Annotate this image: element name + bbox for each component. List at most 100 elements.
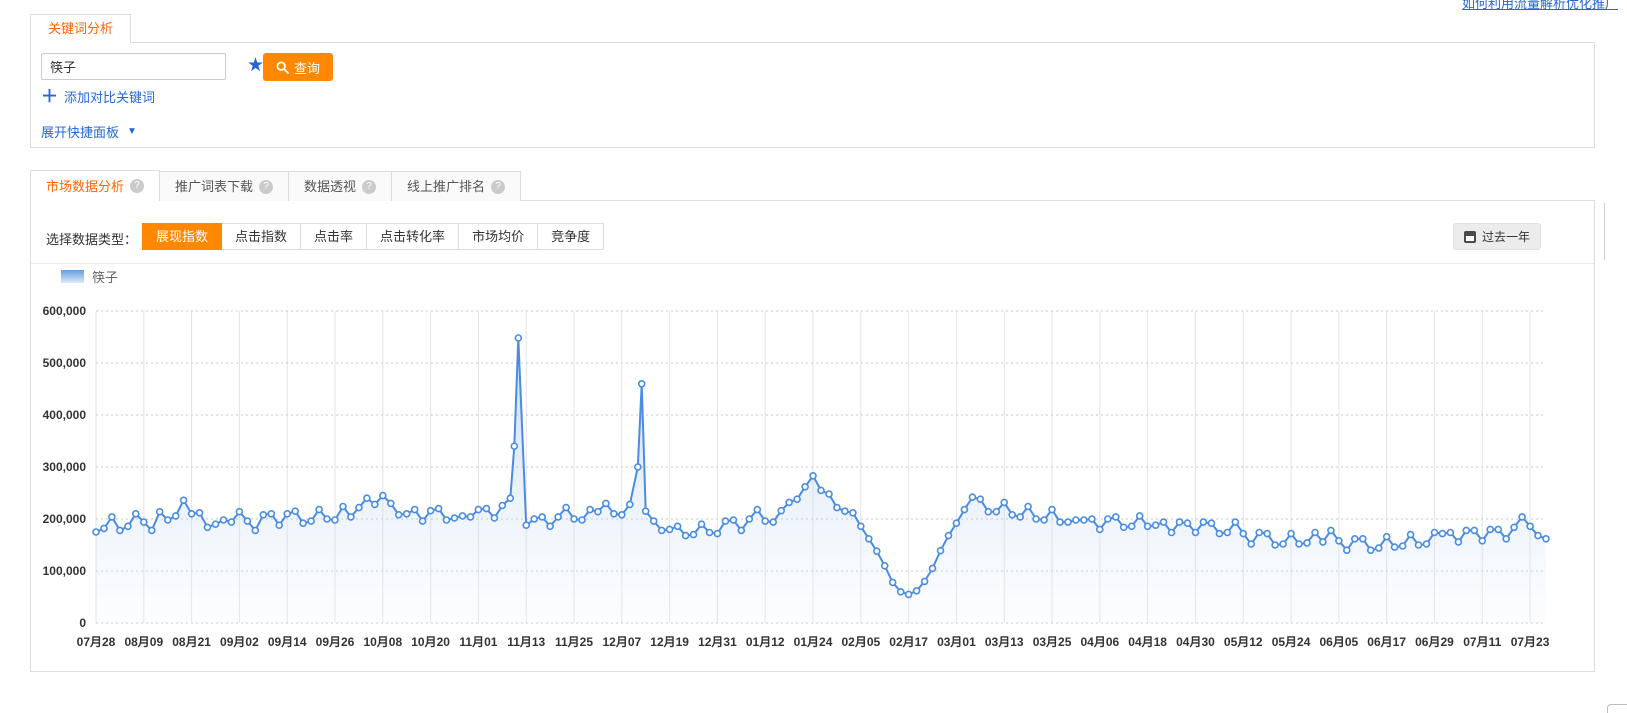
data-point-marker xyxy=(157,509,163,515)
help-icon[interactable]: ? xyxy=(130,179,144,193)
data-point-marker xyxy=(961,507,967,513)
data-point-marker xyxy=(1208,520,1214,526)
tab-市场数据分析[interactable]: 市场数据分析? xyxy=(30,170,160,201)
data-point-marker xyxy=(125,523,131,529)
query-button[interactable]: 查询 xyxy=(263,53,333,81)
data-point-marker xyxy=(268,511,274,517)
x-axis-labels: 07月2808月0908月2109月0209月1409月2610月0810月20… xyxy=(77,635,1550,649)
data-point-marker xyxy=(738,527,744,533)
x-tick-label: 04月06 xyxy=(1080,635,1119,649)
data-point-marker xyxy=(810,473,816,479)
expand-quick-panel-link[interactable]: 展开快捷面板 ▼ xyxy=(41,122,137,141)
data-point-marker xyxy=(1073,517,1079,523)
data-point-marker xyxy=(404,511,410,517)
data-point-marker xyxy=(1447,530,1453,536)
data-type-button-展现指数[interactable]: 展现指数 xyxy=(142,223,222,250)
analysis-panel: 选择数据类型： 展现指数点击指数点击率点击转化率市场均价竞争度 过去一年 筷子 … xyxy=(30,200,1595,672)
data-point-marker xyxy=(563,505,569,511)
data-point-marker xyxy=(260,512,266,518)
data-point-marker xyxy=(1320,539,1326,545)
data-point-marker xyxy=(603,500,609,506)
data-point-marker xyxy=(858,523,864,529)
x-tick-label: 11月13 xyxy=(507,635,545,649)
data-point-marker xyxy=(842,508,848,514)
tab-线上推广排名[interactable]: 线上推广排名? xyxy=(391,171,521,201)
data-point-marker xyxy=(802,484,808,490)
x-tick-label: 06月05 xyxy=(1320,635,1359,649)
data-point-marker xyxy=(1360,536,1366,542)
data-point-marker xyxy=(754,507,760,513)
data-point-marker xyxy=(1471,527,1477,533)
y-tick-label: 400,000 xyxy=(43,408,87,422)
data-type-button-竞争度[interactable]: 竞争度 xyxy=(537,223,604,250)
data-point-marker xyxy=(1129,523,1135,529)
data-point-marker xyxy=(396,512,402,518)
tab-label: 线上推广排名 xyxy=(407,172,485,201)
data-point-marker xyxy=(300,520,306,526)
data-point-marker xyxy=(444,517,450,523)
y-tick-label: 200,000 xyxy=(43,512,87,526)
data-point-marker xyxy=(587,507,593,513)
data-point-marker xyxy=(213,521,219,527)
x-tick-label: 05月12 xyxy=(1224,635,1263,649)
x-tick-label: 06月29 xyxy=(1415,635,1454,649)
data-point-marker xyxy=(1336,538,1342,544)
data-point-marker xyxy=(1543,536,1549,542)
data-type-button-点击转化率[interactable]: 点击转化率 xyxy=(366,223,459,250)
data-point-marker xyxy=(898,589,904,595)
data-type-button-点击指数[interactable]: 点击指数 xyxy=(221,223,301,250)
data-type-button-市场均价[interactable]: 市场均价 xyxy=(458,223,538,250)
data-point-marker xyxy=(1216,531,1222,537)
data-point-marker xyxy=(252,527,258,533)
series-area-fill xyxy=(96,338,1546,623)
data-point-marker xyxy=(1479,538,1485,544)
keyword-input[interactable] xyxy=(41,53,226,80)
x-tick-label: 07月23 xyxy=(1511,635,1550,649)
trend-line-chart: 07月2808月0908月2109月0209月1409月2610月0810月20… xyxy=(31,249,1596,661)
data-point-marker xyxy=(595,509,601,515)
data-point-marker xyxy=(1169,530,1175,536)
data-point-marker xyxy=(1487,526,1493,532)
data-point-marker xyxy=(874,548,880,554)
date-range-button[interactable]: 过去一年 xyxy=(1453,223,1541,250)
data-point-marker xyxy=(165,517,171,523)
data-point-marker xyxy=(1463,527,1469,533)
data-point-marker xyxy=(993,509,999,515)
x-tick-label: 12月07 xyxy=(602,635,641,649)
data-point-marker xyxy=(746,516,752,522)
keyword-panel: ★ 查询 ＋ 添加对比关键词 展开快捷面板 ▼ xyxy=(30,42,1595,148)
y-tick-label: 500,000 xyxy=(43,356,87,370)
data-point-marker xyxy=(651,518,657,524)
data-type-button-点击率[interactable]: 点击率 xyxy=(300,223,367,250)
tab-推广词表下载[interactable]: 推广词表下载? xyxy=(159,171,289,201)
search-icon xyxy=(276,61,289,74)
data-point-marker xyxy=(491,515,497,521)
favorite-star-icon[interactable]: ★ xyxy=(247,52,264,80)
data-point-marker xyxy=(1535,533,1541,539)
data-point-marker xyxy=(1368,547,1374,553)
traffic-analysis-help-link[interactable]: 如何利用流量解析优化推广 xyxy=(1462,0,1618,12)
help-icon[interactable]: ? xyxy=(259,180,273,194)
data-point-marker xyxy=(611,511,617,517)
data-point-marker xyxy=(683,533,689,539)
data-point-marker xyxy=(1153,522,1159,528)
add-compare-keyword-link[interactable]: ＋ 添加对比关键词 xyxy=(41,87,155,106)
data-point-marker xyxy=(938,548,944,554)
data-point-marker xyxy=(547,523,553,529)
data-point-marker xyxy=(930,565,936,571)
data-point-marker xyxy=(1519,514,1525,520)
help-icon[interactable]: ? xyxy=(362,180,376,194)
chevron-down-icon: ▼ xyxy=(127,126,137,137)
y-tick-label: 300,000 xyxy=(43,460,87,474)
x-tick-label: 02月05 xyxy=(841,635,880,649)
help-icon[interactable]: ? xyxy=(491,180,505,194)
data-point-marker xyxy=(730,517,736,523)
tab-keyword-analysis[interactable]: 关键词分析 xyxy=(30,14,131,43)
data-point-marker xyxy=(93,529,99,535)
tab-数据透视[interactable]: 数据透视? xyxy=(288,171,392,201)
x-tick-label: 01月24 xyxy=(794,635,833,649)
y-tick-label: 600,000 xyxy=(43,304,87,318)
data-point-marker xyxy=(197,510,203,516)
data-point-marker xyxy=(1057,519,1063,525)
y-axis-labels: 0100,000200,000300,000400,000500,000600,… xyxy=(43,304,87,630)
